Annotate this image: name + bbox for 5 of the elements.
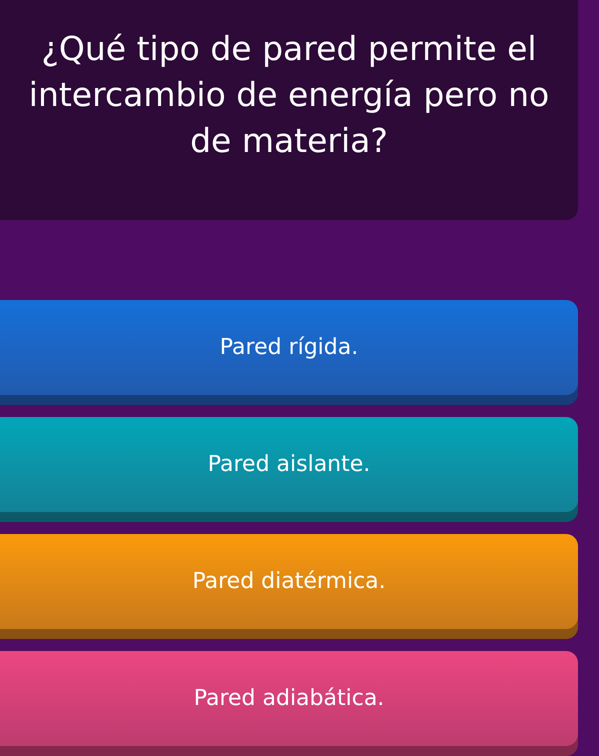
question-text: ¿Qué tipo de pared permite el intercambio de energía pero no de materia? (28, 28, 550, 162)
answer-option[interactable]: Pared adiabática. (0, 651, 578, 756)
answer-option[interactable]: Pared aislante. (0, 417, 578, 522)
answer-option[interactable]: Pared rígida. (0, 300, 578, 405)
answer-option[interactable]: Pared diatérmica. (0, 534, 578, 639)
